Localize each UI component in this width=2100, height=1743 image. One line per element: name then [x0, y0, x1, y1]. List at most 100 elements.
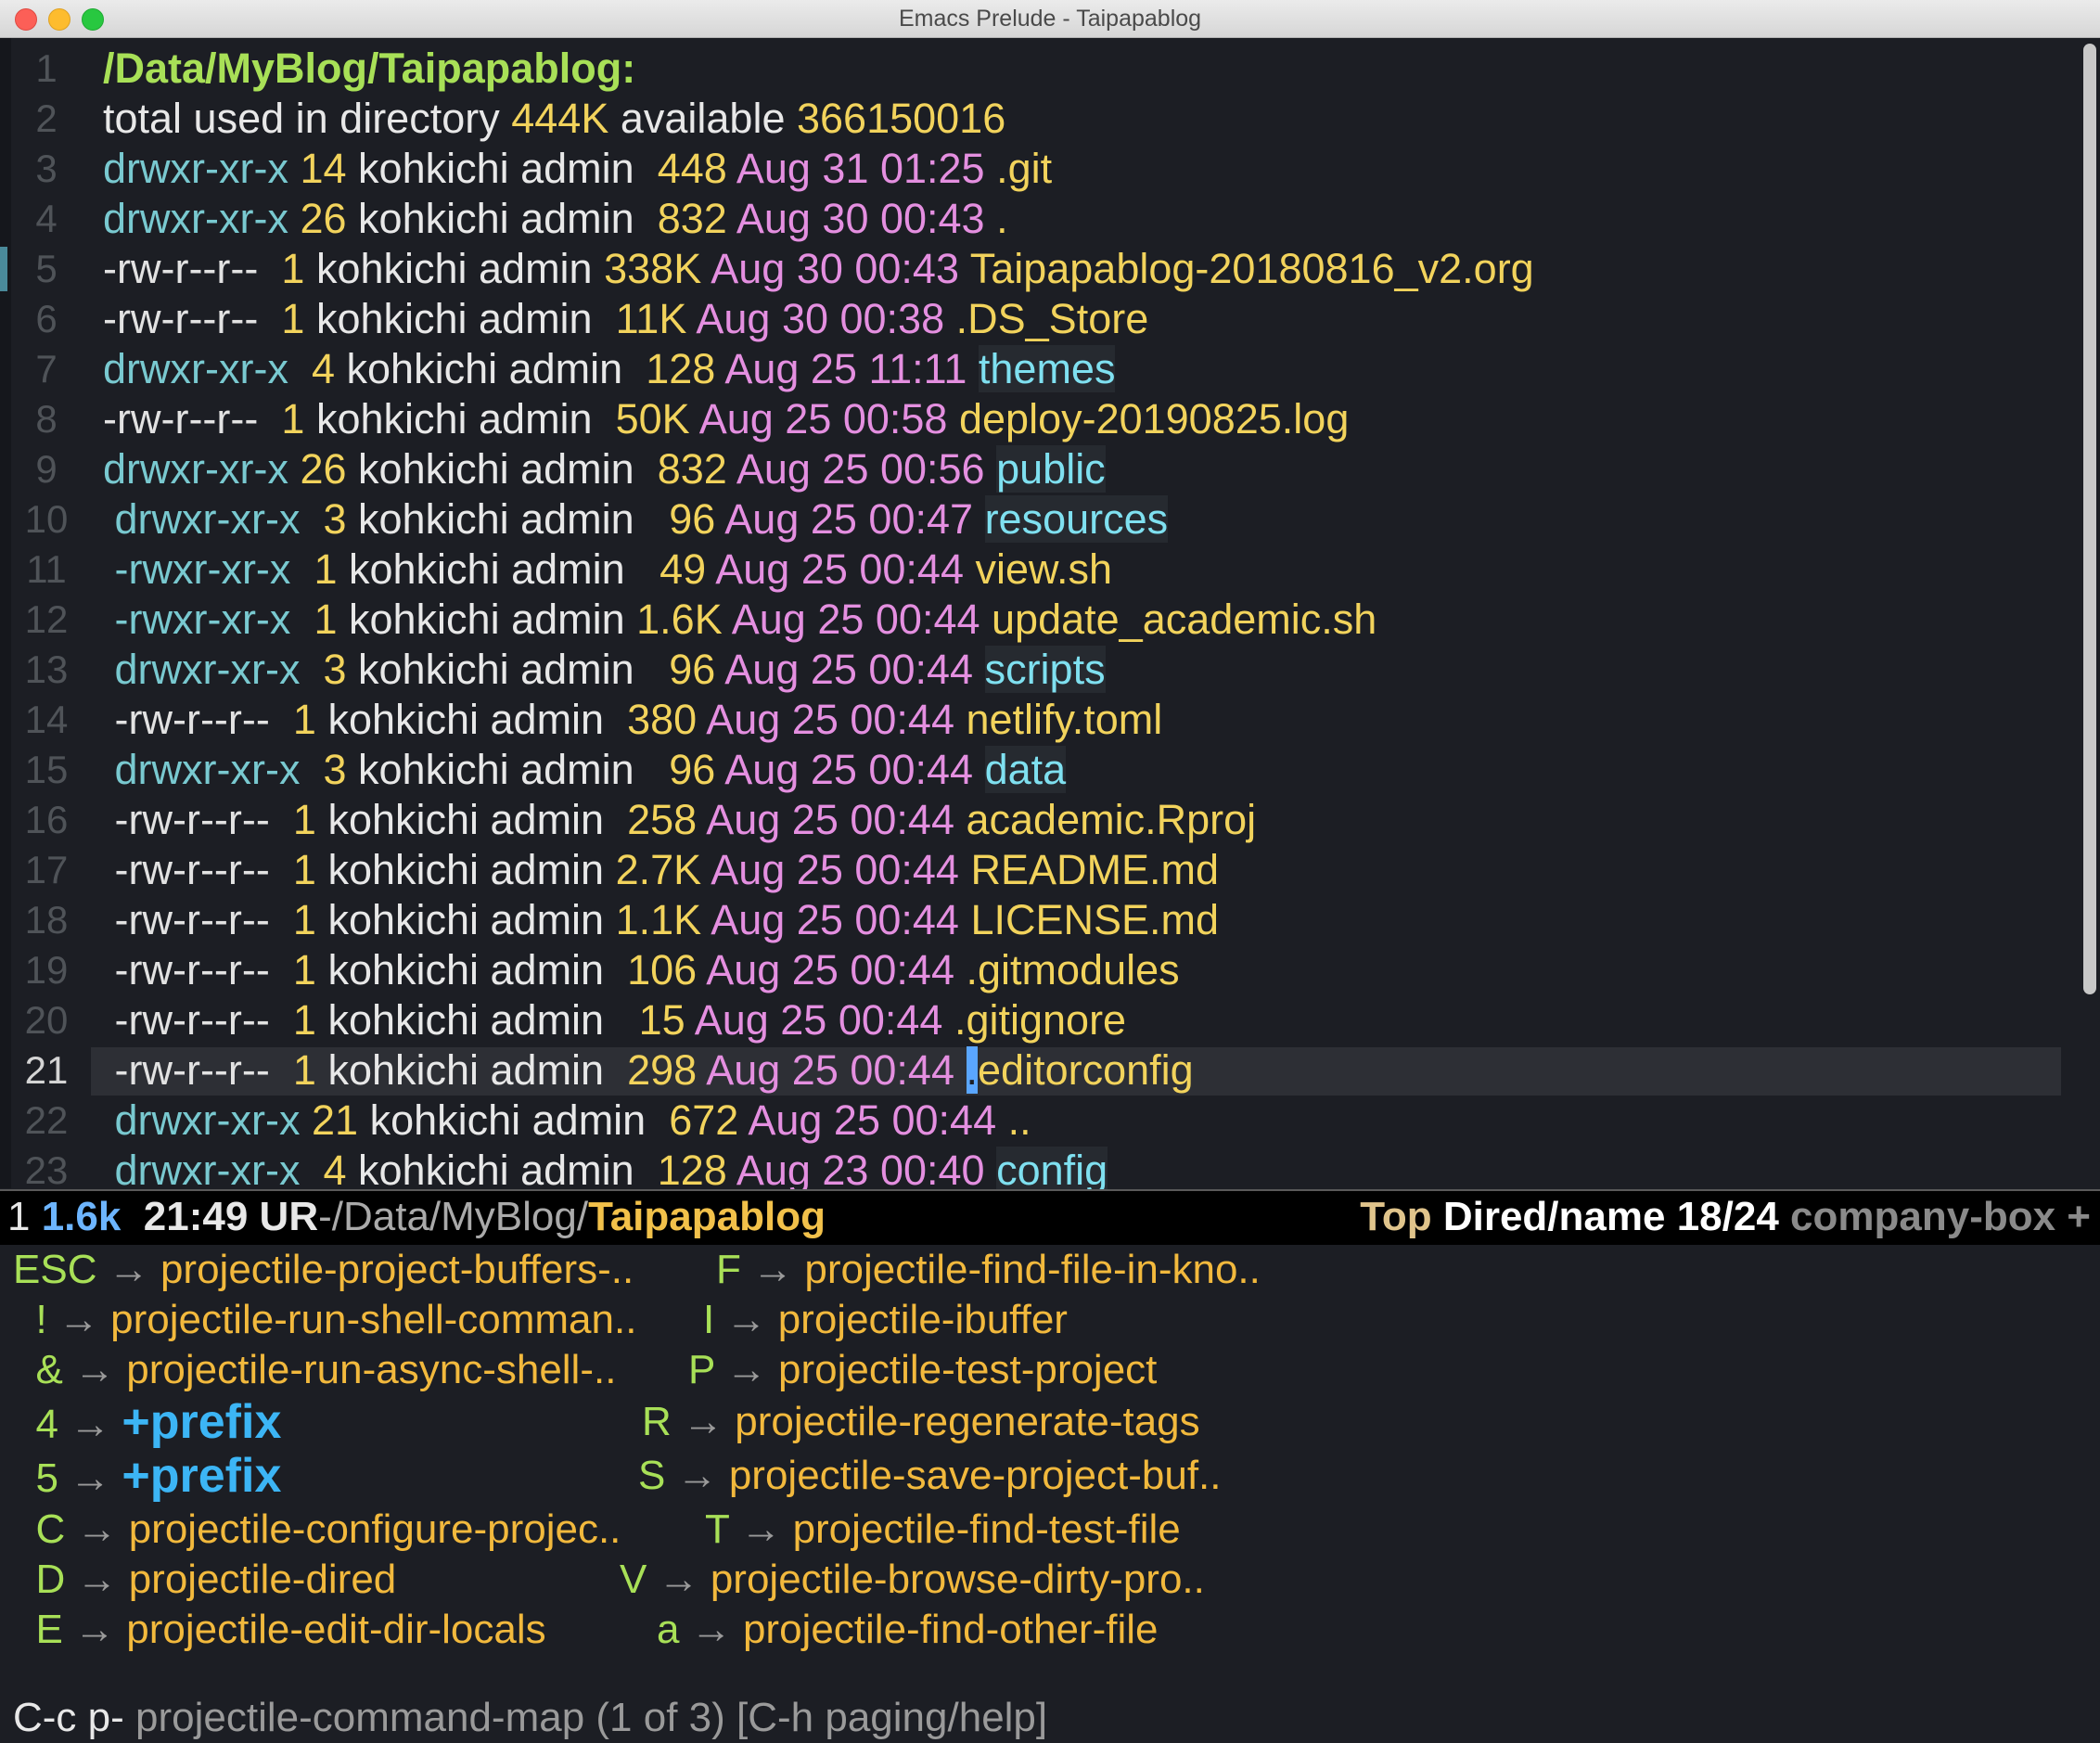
- dired-line[interactable]: 14 -rw-r--r-- 1 kohkichi admin 380 Aug 2…: [0, 695, 2061, 745]
- dired-line[interactable]: 21 -rw-r--r-- 1 kohkichi admin 298 Aug 2…: [0, 1045, 2061, 1096]
- file-name[interactable]: .DS_Store: [956, 295, 1149, 342]
- file-permissions: -rw-r--r--: [103, 946, 270, 993]
- which-key-entry[interactable]: P → projectile-test-project: [688, 1345, 1157, 1395]
- file-name[interactable]: .gitignore: [954, 996, 1126, 1044]
- file-name[interactable]: .: [996, 195, 1008, 242]
- which-key-entry[interactable]: R → projectile-regenerate-tags: [642, 1397, 1200, 1447]
- scrollbar[interactable]: [2083, 44, 2096, 994]
- dired-line[interactable]: 12 -rwxr-xr-x 1 kohkichi admin 1.6K Aug …: [0, 595, 2061, 645]
- binding-key: T: [705, 1506, 730, 1552]
- dired-line[interactable]: 4 drwxr-xr-x 26 kohkichi admin 832 Aug 30…: [0, 194, 2061, 244]
- which-key-entry[interactable]: & → projectile-run-async-shell-..: [13, 1345, 616, 1395]
- which-key-entry[interactable]: F → projectile-find-file-in-kno..: [716, 1245, 1261, 1295]
- line-content: drwxr-xr-x 3 kohkichi admin 96 Aug 25 00…: [103, 745, 1067, 795]
- dired-line[interactable]: 13 drwxr-xr-x 3 kohkichi admin 96 Aug 25…: [0, 645, 2061, 695]
- dired-line[interactable]: 8 -rw-r--r-- 1 kohkichi admin 50K Aug 25 …: [0, 394, 2061, 444]
- dired-line[interactable]: 9 drwxr-xr-x 26 kohkichi admin 832 Aug 25…: [0, 444, 2061, 494]
- echo-area: C-c p- projectile-command-map (1 of 3) […: [13, 1693, 1047, 1743]
- dired-line[interactable]: 3 drwxr-xr-x 14 kohkichi admin 448 Aug 31…: [0, 144, 2061, 194]
- dired-line[interactable]: 16 -rw-r--r-- 1 kohkichi admin 258 Aug 2…: [0, 795, 2061, 845]
- dired-line[interactable]: 18 -rw-r--r-- 1 kohkichi admin 1.1K Aug …: [0, 895, 2061, 945]
- file-name[interactable]: academic.Rproj: [967, 796, 1257, 843]
- summary-text: available: [608, 95, 797, 142]
- line-number: 22: [24, 1098, 69, 1142]
- which-key-entry[interactable]: ! → projectile-run-shell-comman..: [13, 1295, 636, 1345]
- file-size: 11K: [615, 295, 687, 342]
- dired-line[interactable]: 20 -rw-r--r-- 1 kohkichi admin 15 Aug 25…: [0, 995, 2061, 1045]
- file-permissions: -rw-r--r--: [103, 395, 259, 442]
- file-owner: kohkichi admin: [348, 596, 625, 643]
- which-key-entry[interactable]: 4 → +prefix: [13, 1397, 281, 1450]
- dired-line[interactable]: 6 -rw-r--r-- 1 kohkichi admin 11K Aug 30 …: [0, 294, 2061, 344]
- dired-line[interactable]: 2 total used in directory 444K available …: [0, 94, 2061, 144]
- command-name: projectile-test-project: [778, 1347, 1158, 1392]
- dired-line[interactable]: 11 -rwxr-xr-x 1 kohkichi admin 49 Aug 25…: [0, 545, 2061, 595]
- file-owner: kohkichi admin: [358, 445, 647, 493]
- file-name[interactable]: README.md: [970, 846, 1219, 893]
- file-name[interactable]: editorconfig: [978, 1046, 1194, 1094]
- directory-name[interactable]: public: [996, 445, 1106, 493]
- dired-line[interactable]: 5 -rw-r--r-- 1 kohkichi admin 338K Aug 30…: [0, 244, 2061, 294]
- line-number: 17: [24, 848, 69, 891]
- file-name[interactable]: view.sh: [976, 545, 1113, 593]
- window-title: Emacs Prelude - Taipapablog: [898, 6, 1202, 32]
- file-name[interactable]: Taipapablog-20180816_v2.org: [970, 245, 1534, 292]
- file-owner: kohkichi admin: [327, 896, 605, 943]
- which-key-entry[interactable]: S → projectile-save-project-buf..: [638, 1451, 1222, 1501]
- which-key-entry[interactable]: V → projectile-browse-dirty-pro..: [620, 1555, 1205, 1605]
- which-key-entry[interactable]: ESC → projectile-project-buffers-..: [13, 1245, 634, 1295]
- arrow-icon: →: [74, 1607, 116, 1652]
- directory-name[interactable]: resources: [984, 495, 1169, 543]
- which-key-entry[interactable]: E → projectile-edit-dir-locals: [13, 1605, 545, 1655]
- command-name: projectile-find-test-file: [792, 1506, 1181, 1552]
- directory-name[interactable]: scripts: [984, 646, 1106, 693]
- file-size: 258: [627, 796, 698, 843]
- buffer-state: UR: [248, 1194, 319, 1239]
- line-content: -rw-r--r-- 1 kohkichi admin 1.1K Aug 25 …: [103, 895, 1220, 945]
- buffer-path: -/Data/MyBlog/: [318, 1194, 589, 1239]
- file-date: Aug 25 00:44: [724, 746, 974, 793]
- file-name[interactable]: update_academic.sh: [992, 596, 1377, 643]
- arrow-icon: →: [676, 1453, 718, 1498]
- dired-buffer[interactable]: 1/Data/MyBlog/Taipapablog: 2 total used in…: [0, 38, 2100, 1194]
- which-key-entry[interactable]: T → projectile-find-test-file: [705, 1505, 1181, 1555]
- file-name[interactable]: .git: [996, 145, 1052, 192]
- prefix-label: +prefix: [122, 1449, 282, 1503]
- which-key-entry[interactable]: C → projectile-configure-projec..: [13, 1505, 621, 1555]
- window-titlebar: Emacs Prelude - Taipapablog: [0, 0, 2100, 38]
- directory-name[interactable]: data: [984, 746, 1067, 793]
- which-key-entry[interactable]: 5 → +prefix: [13, 1451, 281, 1504]
- mode-line-left: 1 1.6k 21:49 UR-/Data/MyBlog/Taipapablog: [7, 1191, 826, 1243]
- directory-name[interactable]: config: [996, 1147, 1108, 1194]
- file-name[interactable]: netlify.toml: [967, 696, 1163, 743]
- dired-line[interactable]: 7 drwxr-xr-x 4 kohkichi admin 128 Aug 25 …: [0, 344, 2061, 394]
- file-owner: kohkichi admin: [315, 295, 605, 342]
- dired-line[interactable]: 19 -rw-r--r-- 1 kohkichi admin 106 Aug 2…: [0, 945, 2061, 995]
- binding-key: P: [688, 1347, 715, 1392]
- file-owner: kohkichi admin: [327, 946, 616, 993]
- file-permissions: drwxr-xr-x: [103, 646, 301, 693]
- file-name[interactable]: ..: [1008, 1096, 1031, 1144]
- dired-line[interactable]: 10 drwxr-xr-x 3 kohkichi admin 96 Aug 25…: [0, 494, 2061, 545]
- file-date: Aug 25 00:44: [706, 696, 954, 743]
- dired-line[interactable]: 23 drwxr-xr-x 4 kohkichi admin 128 Aug 2…: [0, 1146, 2061, 1196]
- file-name[interactable]: .gitmodules: [967, 946, 1180, 993]
- directory-name[interactable]: themes: [978, 345, 1116, 392]
- dired-line[interactable]: 17 -rw-r--r-- 1 kohkichi admin 2.7K Aug …: [0, 845, 2061, 895]
- which-key-entry[interactable]: I → projectile-ibuffer: [703, 1295, 1068, 1345]
- link-count: 4: [311, 1147, 347, 1194]
- binding-key: D: [13, 1557, 66, 1602]
- file-name[interactable]: deploy-20190825.log: [959, 395, 1349, 442]
- buffer-size: 1.6k: [41, 1194, 122, 1239]
- file-size: 1.1K: [615, 896, 702, 943]
- binding-key: 4: [13, 1402, 58, 1447]
- file-name[interactable]: LICENSE.md: [970, 896, 1219, 943]
- dired-line[interactable]: 22 drwxr-xr-x 21 kohkichi admin 672 Aug …: [0, 1096, 2061, 1146]
- file-owner: kohkichi admin: [358, 145, 647, 192]
- binding-key: a: [657, 1607, 680, 1652]
- dired-line[interactable]: 1/Data/MyBlog/Taipapablog:: [0, 44, 2061, 94]
- dired-line[interactable]: 15 drwxr-xr-x 3 kohkichi admin 96 Aug 25…: [0, 745, 2061, 795]
- file-permissions: -rw-r--r--: [103, 295, 259, 342]
- which-key-entry[interactable]: a → projectile-find-other-file: [657, 1605, 1158, 1655]
- which-key-entry[interactable]: D → projectile-dired: [13, 1555, 396, 1605]
